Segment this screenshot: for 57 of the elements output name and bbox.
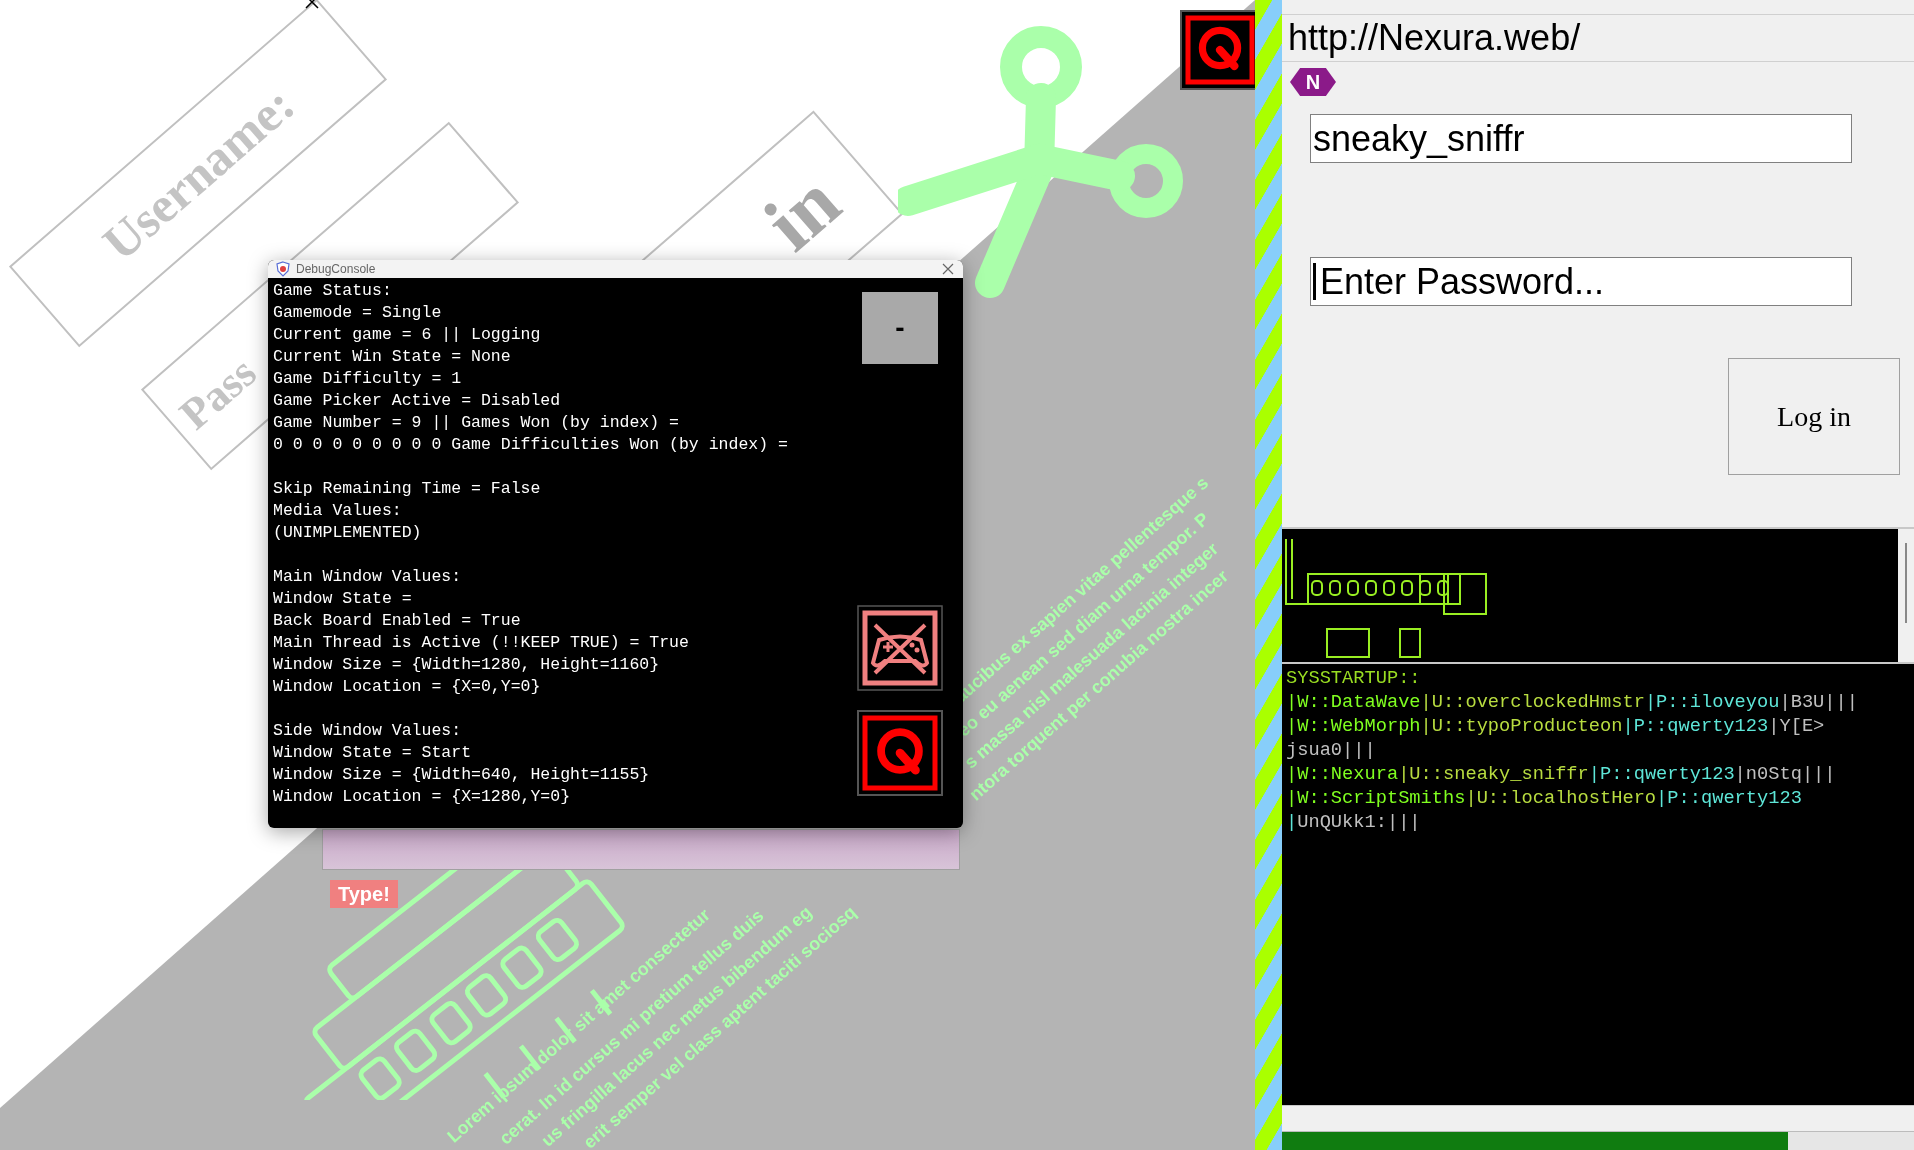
login-button[interactable]: Log in [1728,358,1900,475]
console-line: Main Thread is Active (!!KEEP TRUE) = True [273,632,689,654]
type-badge: Type! [330,880,398,908]
close-icon [941,262,955,276]
console-line: Main Window Values: [273,566,462,588]
terminal-text: |U::sneaky_sniffr [1398,762,1589,786]
console-line: Back Board Enabled = True [273,610,521,632]
console-line: Skip Remaining Time = False [273,478,541,500]
console-line: Gamemode = Single [273,302,442,324]
terminal-text: |W::Nexura [1286,762,1399,786]
terminal-text: |P::qwerty123 [1656,786,1802,810]
console-line: Game Picker Active = Disabled [273,390,561,412]
console-line: Window Size = {Width=1280, Height=1160} [273,654,660,676]
text-cursor [1313,263,1316,300]
console-line: Window Size = {Width=640, Height=1155} [273,764,650,786]
box-label: in [750,159,854,264]
url-text: http://Nexura.web/ [1288,20,1581,56]
window-title: DebugConsole [296,261,377,278]
terminal-text: |P::qwerty123 [1622,714,1769,738]
console-line: (UNIMPLEMENTED) [273,522,422,544]
console-line: Window Location = {X=1280,Y=0} [273,786,571,808]
console-line: Side Window Values: [273,720,462,742]
terminal-text: |W::WebMorph [1286,714,1421,738]
console-line: Current game = 6 || Logging [273,324,541,346]
console-line: 0 0 0 0 0 0 0 0 0 Game Difficulties Won (by index) = [273,434,788,456]
terminal-text: UnQUkk1:||| [1297,810,1421,834]
terminal-text: |U::localhostHero [1465,786,1657,810]
terminal-text: |W::ScriptSmiths [1286,786,1466,810]
terminal-text: SYSSTARTUP:: [1286,666,1421,690]
terminal-text: |P::iloveyou [1644,690,1780,714]
terminal-text: |P::qwerty123 [1588,762,1735,786]
password-field[interactable]: Enter Password... [1310,257,1852,306]
box-label: Pass [172,349,264,438]
ring-logo-icon [857,710,943,796]
terminal-text: |B3U||| [1779,690,1858,714]
console-line: Media Values: [273,500,402,522]
terminal-text: |W::DataWave [1286,690,1421,714]
username-field[interactable]: sneaky_sniffr [1310,114,1852,163]
terminal-text: |U::overclockedHmstr [1420,690,1645,714]
scrollbar[interactable] [1898,529,1914,662]
console-line: Game Difficulty = 1 [273,368,462,390]
console-line: Window State = [273,588,412,610]
console-line: Game Number = 9 || Games Won (by index) = [273,412,679,434]
minimize-button[interactable]: - [862,292,938,364]
ring-logo-icon [1180,10,1255,90]
terminal-text: |n0Stq||| [1734,762,1836,786]
terminal-text: | [1286,810,1298,834]
crossed-gamepad-icon [857,605,943,691]
terminal-text: jsua0||| [1286,738,1376,762]
terminal-text: |Y[E> [1768,714,1825,738]
console-line: Window Location = {X=0,Y=0} [273,676,541,698]
site-badge: N [1290,68,1336,96]
terminal-text: |U::typoProducteon [1420,714,1623,738]
input-field[interactable] [322,829,960,870]
console-line: Game Status: [273,280,392,302]
console-line: Window State = Start [273,742,472,764]
console-line: Current Win State = None [273,346,511,368]
